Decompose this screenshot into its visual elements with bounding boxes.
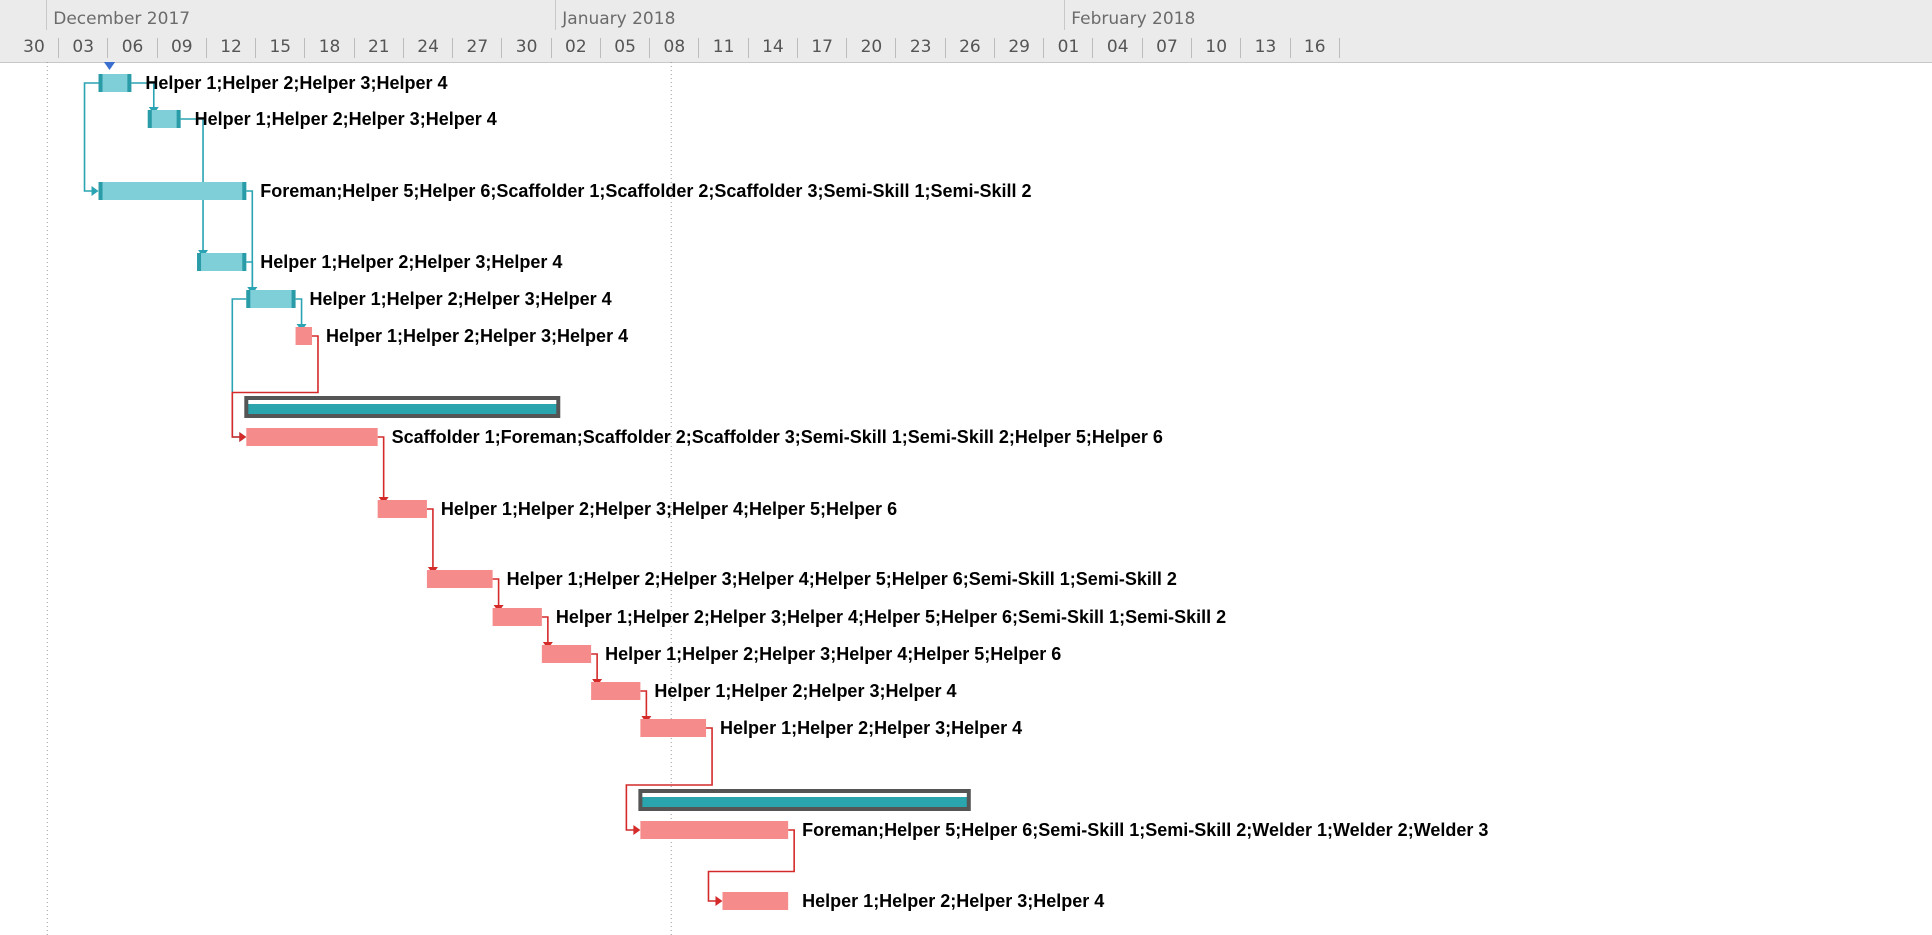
day-tick-label: 20 [860, 37, 883, 57]
day-tick-label: 24 [417, 37, 439, 57]
day-tick-label: 23 [909, 37, 932, 57]
month-label: January 2018 [562, 9, 676, 29]
task-resource-label: Helper 1;Helper 2;Helper 3;Helper 4;Help… [441, 499, 897, 519]
dependency-link [426, 508, 434, 567]
task-bar-start-cap [98, 74, 103, 92]
day-tick-label: 06 [121, 37, 144, 57]
task-resource-label: Scaffolder 1;Foreman;Scaffolder 2;Scaffo… [392, 427, 1163, 447]
month-divider [555, 0, 557, 30]
day-tick-label: 12 [220, 37, 242, 57]
month-label: February 2018 [1071, 9, 1196, 29]
summary-bar-highlight [642, 793, 967, 797]
dependency-link [640, 690, 648, 716]
task-resource-label: Helper 1;Helper 2;Helper 3;Helper 4 [720, 718, 1022, 738]
day-tick-label: 14 [762, 37, 784, 57]
critical-task-bar[interactable] [541, 645, 592, 663]
gantt-timescale: December 2017 January 2018 February 2018 3… [0, 0, 1932, 63]
task-resource-label: Foreman;Helper 5;Helper 6;Semi-Skill 1;S… [802, 820, 1488, 840]
day-tick-label: 30 [23, 37, 45, 57]
day-tick-label: 04 [1106, 37, 1129, 57]
task-resource-label: Helper 1;Helper 2;Helper 3;Helper 4 [326, 326, 628, 346]
day-tick-label: 29 [1008, 37, 1030, 57]
month-divider [1064, 0, 1066, 30]
day-tick-label: 13 [1254, 37, 1277, 57]
dependency-arrowhead [633, 825, 641, 835]
task-resource-label: Helper 1;Helper 2;Helper 3;Helper 4 [802, 891, 1104, 911]
dependency-link [707, 829, 795, 902]
dependency-link [246, 190, 254, 287]
critical-task-bar[interactable] [246, 428, 378, 446]
task-bar-start-cap [246, 290, 251, 308]
dependency-arrowhead [715, 896, 723, 906]
task-bar[interactable] [246, 290, 296, 308]
task-resource-label: Helper 1;Helper 2;Helper 3;Helper 4 [310, 289, 612, 309]
critical-task-bar[interactable] [640, 821, 789, 839]
month-label: December 2017 [53, 9, 191, 29]
day-tick-label: 18 [318, 37, 341, 57]
day-tick-label: 03 [72, 37, 95, 57]
day-divider [1338, 38, 1340, 58]
dependency-link [377, 436, 385, 497]
day-tick-label: 21 [367, 37, 390, 57]
summary-bar-highlight [248, 400, 557, 404]
dependency-link [625, 727, 713, 831]
gantt-svg: Helper 1;Helper 2;Helper 3;Helper 4 Helpe… [46, 62, 1488, 935]
day-tick-label: 01 [1057, 37, 1080, 57]
dependency-link [492, 578, 500, 605]
critical-task-bar[interactable] [640, 719, 707, 737]
dependency-link [231, 335, 319, 438]
day-tick-label: 05 [614, 37, 636, 57]
task-resource-label: Helper 1;Helper 2;Helper 3;Helper 4;Help… [507, 569, 1177, 589]
day-tick-label: 27 [466, 37, 489, 57]
day-tick-label: 08 [663, 37, 686, 57]
task-bar-end-cap [291, 290, 296, 308]
month-divider [46, 0, 48, 30]
critical-task-bar[interactable] [426, 570, 493, 588]
task-bar[interactable] [98, 74, 132, 92]
dependency-link [231, 298, 247, 438]
day-tick-label: 17 [811, 37, 833, 57]
dependency-link [541, 616, 549, 642]
day-tick-label: 11 [712, 37, 735, 57]
task-resource-label: Helper 1;Helper 2;Helper 3;Helper 4 [195, 109, 497, 129]
day-tick-label: 07 [1156, 37, 1178, 57]
dependency-link [246, 261, 254, 287]
day-tick-label: 30 [515, 37, 538, 57]
day-tick-label: 16 [1303, 37, 1326, 57]
task-bar-end-cap [242, 182, 247, 200]
task-bar-start-cap [197, 253, 202, 271]
dependency-link [83, 82, 99, 192]
task-resource-label: Helper 1;Helper 2;Helper 3;Helper 4 [145, 73, 447, 93]
task-bar[interactable] [147, 110, 181, 128]
critical-task-bar[interactable] [591, 682, 641, 700]
dependency-link [591, 653, 598, 679]
critical-task-bar[interactable] [492, 608, 542, 626]
task-resource-label: Foreman;Helper 5;Helper 6;Scaffolder 1;S… [260, 181, 1031, 201]
task-bar-end-cap [127, 74, 132, 92]
task-bar-end-cap [242, 253, 247, 271]
day-tick-label: 15 [269, 37, 292, 57]
critical-task-bar[interactable] [295, 327, 312, 345]
milestone-marker [103, 62, 116, 70]
task-bar[interactable] [98, 182, 247, 200]
gantt-chart-area[interactable]: Helper 1;Helper 2;Helper 3;Helper 4 Helpe… [0, 62, 1932, 935]
day-tick-label: 10 [1205, 37, 1228, 57]
critical-task-bar[interactable] [722, 892, 789, 910]
dependency-link [295, 298, 303, 324]
dependency-arrowhead [91, 186, 99, 196]
task-bar-end-cap [176, 110, 181, 128]
task-resource-label: Helper 1;Helper 2;Helper 3;Helper 4 [654, 681, 956, 701]
day-tick-label: 09 [170, 37, 193, 57]
task-resource-label: Helper 1;Helper 2;Helper 3;Helper 4;Help… [556, 607, 1226, 627]
day-tick-label: 26 [959, 37, 981, 57]
task-bar-start-cap [147, 110, 152, 128]
day-tick-label: 02 [565, 37, 587, 57]
task-bar-start-cap [98, 182, 103, 200]
task-resource-label: Helper 1;Helper 2;Helper 3;Helper 4 [260, 252, 562, 272]
critical-task-bar[interactable] [377, 500, 427, 518]
task-bar[interactable] [197, 253, 247, 271]
dependency-arrowhead [239, 432, 247, 442]
task-resource-label: Helper 1;Helper 2;Helper 3;Helper 4;Help… [605, 644, 1061, 664]
